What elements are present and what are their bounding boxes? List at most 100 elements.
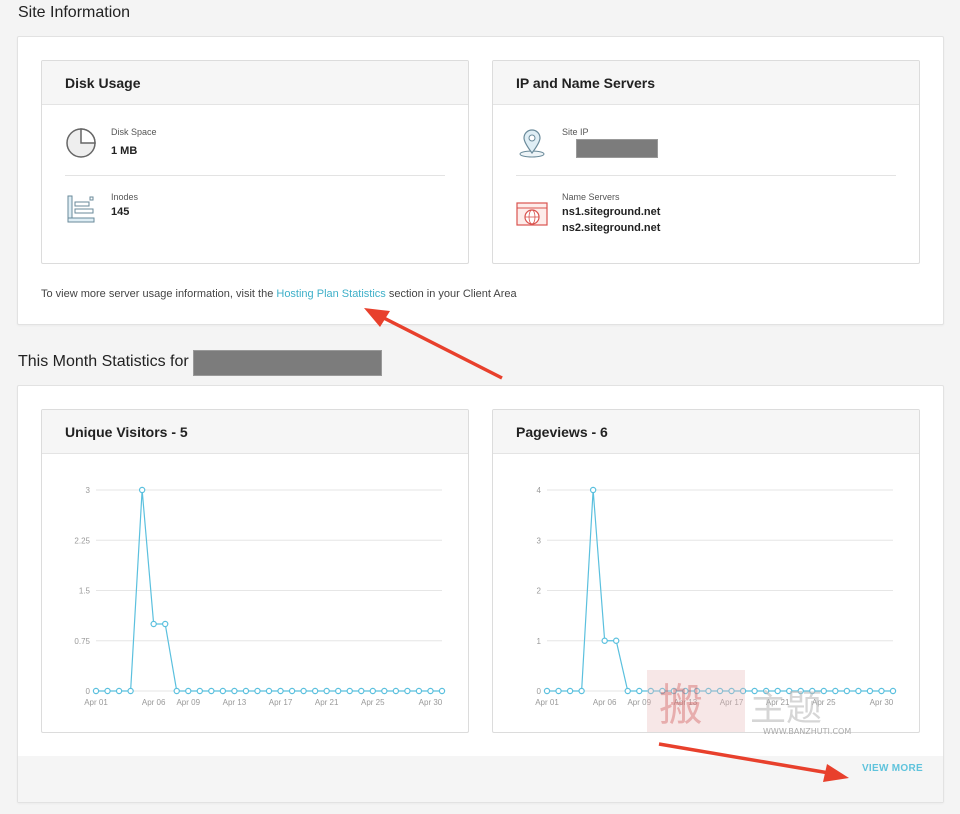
data-point: [138, 486, 146, 494]
data-point: [323, 687, 330, 695]
redacted-domain: [193, 350, 382, 376]
inodes-icon: [67, 195, 95, 223]
y-tick-label: 3: [537, 536, 542, 545]
data-point: [832, 687, 839, 695]
disk-space-row: Disk Space 1 MB: [65, 127, 445, 167]
data-point: [208, 687, 215, 695]
web-server-icon: [516, 202, 548, 226]
x-tick-label: Apr 17: [269, 698, 293, 707]
data-point: [311, 687, 319, 695]
data-point: [705, 687, 712, 695]
ns2-value: ns2.siteground.net: [562, 222, 661, 234]
data-point: [427, 687, 434, 695]
y-tick-label: 1.5: [79, 587, 91, 596]
data-point: [751, 687, 758, 695]
site-ip-label: Site IP: [562, 127, 589, 137]
name-servers-row: Name Servers ns1.siteground.net ns2.site…: [516, 192, 896, 240]
data-point: [797, 687, 804, 695]
x-tick-label: Apr 13: [674, 698, 698, 707]
data-point: [809, 687, 816, 695]
inodes-value: 145: [111, 206, 130, 218]
data-point: [612, 637, 620, 644]
ns1-value: ns1.siteground.net: [562, 206, 661, 218]
data-point: [277, 687, 284, 695]
data-point: [335, 687, 342, 695]
redacted-site-ip: [576, 139, 658, 158]
data-point: [578, 687, 585, 695]
data-point: [161, 620, 169, 628]
data-point: [543, 687, 551, 695]
divider: [65, 175, 445, 176]
data-point: [265, 687, 273, 695]
usage-note-prefix: To view more server usage information, v…: [41, 288, 277, 300]
y-tick-label: 2.25: [74, 536, 90, 545]
pie-chart-icon: [66, 128, 96, 158]
data-point: [728, 687, 735, 695]
month-statistics-card: Unique Visitors - 5 0 0.75 1.5 2.25 3 Apr 01 A…: [17, 385, 944, 803]
x-tick-label: Apr 21: [766, 698, 790, 707]
view-more-link[interactable]: VIEW MORE: [862, 763, 923, 774]
x-tick-label: Apr 13: [223, 698, 247, 707]
x-tick-label: Apr 17: [720, 698, 744, 707]
x-tick-label: Apr 06: [593, 698, 617, 707]
x-tick-label: Apr 25: [361, 698, 385, 707]
ip-name-servers-panel: IP and Name Servers Site IP Name Servers…: [492, 60, 920, 264]
data-point: [231, 687, 238, 695]
unique-visitors-panel: Unique Visitors - 5 0 0.75 1.5 2.25 3 Apr 01 A…: [41, 409, 469, 733]
x-tick-label: Apr 30: [870, 698, 894, 707]
data-point: [878, 687, 885, 695]
data-point: [636, 687, 643, 695]
y-tick-label: 2: [537, 587, 542, 596]
usage-note: To view more server usage information, v…: [41, 288, 517, 300]
data-point: [358, 687, 365, 695]
data-point: [300, 687, 307, 695]
data-point: [555, 687, 562, 695]
data-point: [566, 687, 574, 695]
x-tick-label: Apr 21: [315, 698, 339, 707]
disk-usage-panel: Disk Usage Disk Space 1 MB Inodes 145: [41, 60, 469, 264]
data-point: [219, 687, 227, 695]
data-point: [601, 637, 608, 644]
hosting-plan-statistics-link[interactable]: Hosting Plan Statistics: [276, 288, 385, 300]
data-point: [786, 687, 793, 695]
data-point: [346, 687, 353, 695]
data-point: [647, 687, 654, 695]
pageviews-chart: 0 1 2 3 4 Apr 01 Apr 06 Apr 09 Apr 13 Apr 17 Apr 2…: [535, 486, 897, 707]
month-statistics-title: This Month Statistics for: [18, 353, 189, 370]
x-tick-label: Apr 01: [84, 698, 108, 707]
site-information-card: Disk Usage Disk Space 1 MB Inodes 145 IP…: [17, 36, 944, 325]
data-point: [589, 486, 597, 494]
data-point: [173, 687, 180, 695]
data-point: [762, 687, 770, 695]
data-point: [381, 687, 388, 695]
data-point: [820, 687, 827, 695]
data-point: [843, 687, 851, 695]
y-tick-label: 4: [537, 486, 542, 495]
site-ip-row: Site IP: [516, 127, 896, 167]
data-point: [889, 687, 897, 695]
y-tick-label: 3: [86, 486, 91, 495]
unique-visitors-chart: 0 0.75 1.5 2.25 3 Apr 01 Apr 06 Apr 09 Apr 13 Apr…: [74, 486, 446, 707]
x-tick-label: Apr 25: [812, 698, 836, 707]
data-point: [739, 687, 747, 695]
data-point: [659, 687, 666, 695]
data-point: [288, 687, 296, 695]
data-point: [115, 687, 123, 695]
disk-usage-heading: Disk Usage: [42, 61, 468, 105]
inodes-label: Inodes: [111, 192, 139, 202]
data-point: [127, 687, 134, 695]
data-point: [855, 687, 862, 695]
data-point: [624, 687, 631, 695]
data-point: [185, 687, 192, 695]
name-servers-label: Name Servers: [562, 192, 620, 202]
unique-visitors-heading: Unique Visitors - 5: [42, 410, 468, 454]
card-footer: [18, 756, 943, 802]
data-point: [716, 687, 724, 695]
data-point: [92, 687, 100, 695]
pageviews-panel: Pageviews - 6 0 1 2 3 4 Apr 01 Apr 06 Apr 09 Apr…: [492, 409, 920, 733]
inodes-row: Inodes 145: [65, 192, 445, 232]
x-tick-label: Apr 09: [176, 698, 200, 707]
data-point: [392, 687, 400, 695]
divider: [516, 175, 896, 176]
ip-name-servers-heading: IP and Name Servers: [493, 61, 919, 105]
